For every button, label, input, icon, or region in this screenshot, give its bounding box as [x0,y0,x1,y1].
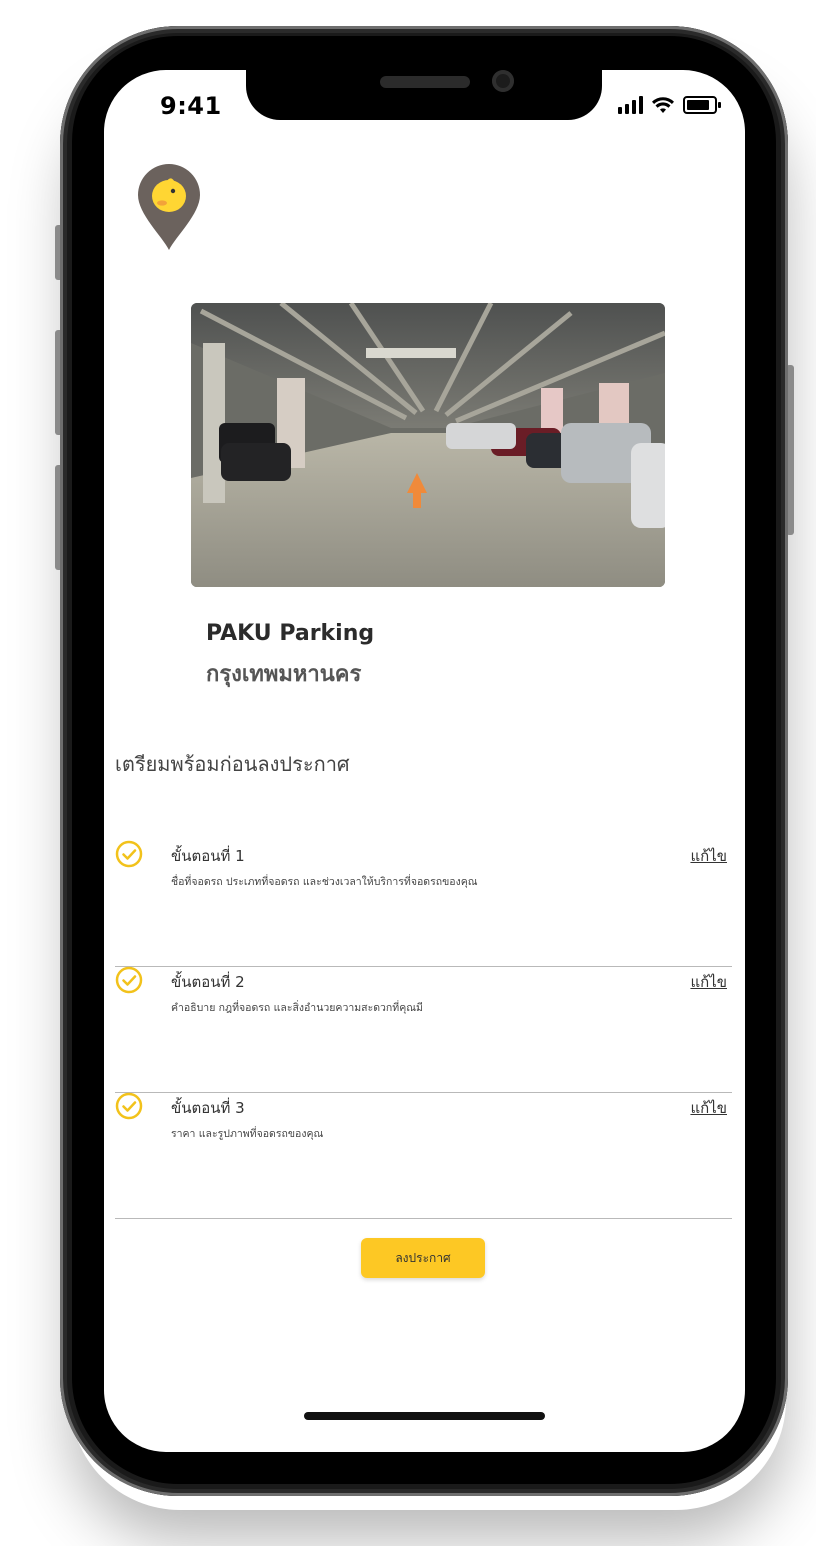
step-description: ชื่อที่จอดรถ ประเภทที่จอดรถ และช่วงเวลาใ… [171,876,478,888]
step-item-3: ขั้นตอนที่ 3 ราคา และรูปภาพที่จอดรถของคุ… [115,1092,732,1219]
wifi-icon [652,97,674,113]
app-screen: 9:41 PAKU Parking กรุงเทพมหานคร เตรียมพร… [104,70,745,1452]
step-title: ขั้นตอนที่ 3 [171,1099,245,1117]
step-item-2: ขั้นตอนที่ 2 คำอธิบาย กฎที่จอดรถ และสิ่ง… [115,966,732,1093]
chick-location-pin-icon[interactable] [136,162,202,250]
section-title: เตรียมพร้อมก่อนลงประกาศ [115,752,350,776]
edit-step-2-link[interactable]: แก้ไข [690,970,727,994]
parking-photo [191,303,665,587]
cellular-signal-icon [618,96,643,114]
step-title: ขั้นตอนที่ 1 [171,847,245,865]
step-item-1: ขั้นตอนที่ 1 ชื่อที่จอดรถ ประเภทที่จอดรถ… [115,840,732,967]
home-indicator[interactable] [304,1412,545,1420]
check-circle-icon [115,840,143,868]
notch [246,70,602,120]
check-circle-icon [115,966,143,994]
check-circle-icon [115,1092,143,1120]
status-icons [618,96,721,114]
venue-name: PAKU Parking [206,621,375,646]
edit-step-3-link[interactable]: แก้ไข [690,1096,727,1120]
speaker-grille [380,76,470,88]
status-time: 9:41 [160,92,222,120]
venue-city: กรุงเทพมหานคร [206,662,362,687]
step-title: ขั้นตอนที่ 2 [171,973,245,991]
front-camera [492,70,514,92]
step-description: ราคา และรูปภาพที่จอดรถของคุณ [171,1128,324,1140]
step-description: คำอธิบาย กฎที่จอดรถ และสิ่งอำนวยความสะดว… [171,1002,423,1014]
edit-step-1-link[interactable]: แก้ไข [690,844,727,868]
publish-button[interactable]: ลงประกาศ [361,1238,485,1278]
battery-icon [683,96,721,114]
